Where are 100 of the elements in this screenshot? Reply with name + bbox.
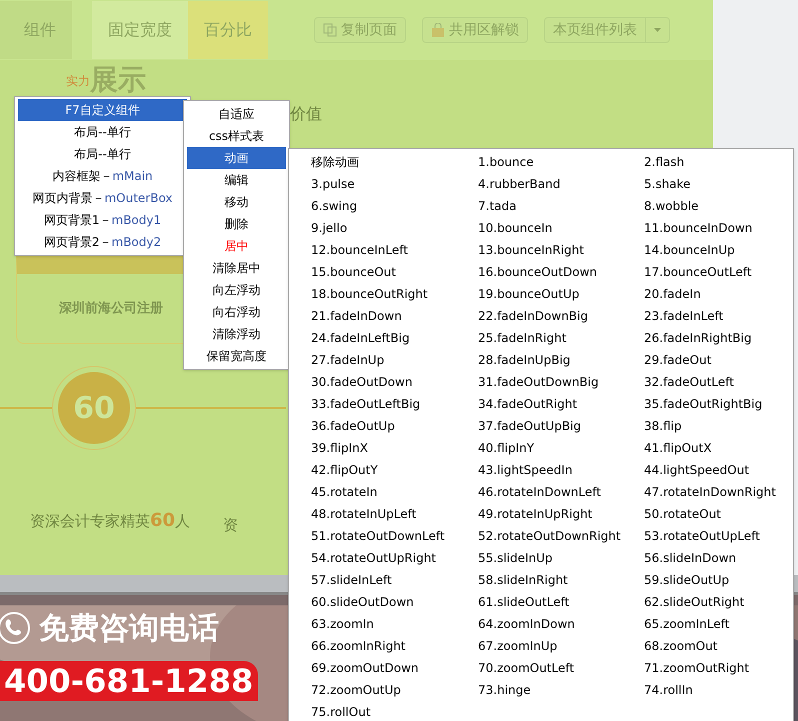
animation-item[interactable]: 41.flipOutX <box>644 437 794 459</box>
animation-item[interactable]: 36.fadeOutUp <box>311 415 478 437</box>
animation-item[interactable]: 74.rollIn <box>644 679 794 701</box>
menu-item[interactable]: F7自定义组件 <box>18 99 187 121</box>
animation-item[interactable]: 31.fadeOutDownBig <box>478 371 644 393</box>
animation-item[interactable]: 63.zoomIn <box>311 613 478 635</box>
menu-item[interactable]: 编辑 <box>187 169 286 191</box>
animation-item[interactable]: 48.rotateInUpLeft <box>311 503 478 525</box>
lock-icon <box>431 23 445 37</box>
animation-item[interactable]: 10.bounceIn <box>478 217 644 239</box>
animation-item[interactable]: 47.rotateInDownRight <box>644 481 794 503</box>
animation-item[interactable]: 26.fadeInRightBig <box>644 327 794 349</box>
animation-item[interactable]: 27.fadeInUp <box>311 349 478 371</box>
animation-item[interactable]: 51.rotateOutDownLeft <box>311 525 478 547</box>
animation-item[interactable]: 59.slideOutUp <box>644 569 794 591</box>
animation-item[interactable]: 53.rotateOutUpLeft <box>644 525 794 547</box>
animation-item[interactable]: 11.bounceInDown <box>644 217 794 239</box>
animation-item[interactable]: 56.slideInDown <box>644 547 794 569</box>
animation-item[interactable]: 33.fadeOutLeftBig <box>311 393 478 415</box>
animation-item[interactable]: 23.fadeInLeft <box>644 305 794 327</box>
animation-item[interactable]: 24.fadeInLeftBig <box>311 327 478 349</box>
animation-item[interactable]: 30.fadeOutDown <box>311 371 478 393</box>
animation-item[interactable]: 2.flash <box>644 151 794 173</box>
animation-item[interactable]: 5.shake <box>644 173 794 195</box>
animation-item[interactable]: 69.zoomOutDown <box>311 657 478 679</box>
menu-item[interactable]: 布局--单行 <box>18 121 187 143</box>
animation-item[interactable]: 60.slideOutDown <box>311 591 478 613</box>
menu-item[interactable]: css样式表 <box>187 125 286 147</box>
animation-item[interactable]: 32.fadeOutLeft <box>644 371 794 393</box>
animation-item[interactable]: 37.fadeOutUpBig <box>478 415 644 437</box>
menu-item[interactable]: 删除 <box>187 213 286 235</box>
animation-item[interactable]: 25.fadeInRight <box>478 327 644 349</box>
animation-item[interactable]: 16.bounceOutDown <box>478 261 644 283</box>
animation-item[interactable]: 54.rotateOutUpRight <box>311 547 478 569</box>
animation-item[interactable]: 64.zoomInDown <box>478 613 644 635</box>
animation-item[interactable]: 18.bounceOutRight <box>311 283 478 305</box>
animation-item[interactable]: 4.rubberBand <box>478 173 644 195</box>
animation-item[interactable]: 75.rollOut <box>311 701 478 721</box>
animation-item[interactable]: 8.wobble <box>644 195 794 217</box>
animation-item[interactable]: 20.fadeIn <box>644 283 794 305</box>
animation-item[interactable]: 15.bounceOut <box>311 261 478 283</box>
menu-item[interactable]: 向右浮动 <box>187 301 286 323</box>
animation-item[interactable]: 12.bounceInLeft <box>311 239 478 261</box>
animation-item[interactable]: 13.bounceInRight <box>478 239 644 261</box>
menu-item[interactable]: 清除浮动 <box>187 323 286 345</box>
animation-item[interactable]: 28.fadeInUpBig <box>478 349 644 371</box>
animation-item[interactable]: 35.fadeOutRightBig <box>644 393 794 415</box>
animation-item[interactable]: 66.zoomInRight <box>311 635 478 657</box>
animation-item[interactable]: 58.slideInRight <box>478 569 644 591</box>
animation-item[interactable]: 67.zoomInUp <box>478 635 644 657</box>
menu-item[interactable]: 内容框架－mMain <box>18 165 187 187</box>
animation-item[interactable]: 61.slideOutLeft <box>478 591 644 613</box>
animation-item[interactable]: 40.flipInY <box>478 437 644 459</box>
animation-item[interactable]: 3.pulse <box>311 173 478 195</box>
animation-item[interactable]: 1.bounce <box>478 151 644 173</box>
animation-item[interactable]: 46.rotateInDownLeft <box>478 481 644 503</box>
caption-text: 资 <box>223 515 238 536</box>
animation-item[interactable]: 移除动画 <box>311 151 478 173</box>
menu-item[interactable]: 向左浮动 <box>187 279 286 301</box>
animation-item[interactable]: 44.lightSpeedOut <box>644 459 794 481</box>
animation-item[interactable]: 68.zoomOut <box>644 635 794 657</box>
menu-item[interactable]: 移动 <box>187 191 286 213</box>
counter-caption: 资深会计专家精英60人 <box>30 508 190 533</box>
animation-item[interactable]: 50.rotateOut <box>644 503 794 525</box>
animation-item[interactable]: 71.zoomOutRight <box>644 657 794 679</box>
menu-item[interactable]: 清除居中 <box>187 257 286 279</box>
animation-item[interactable]: 22.fadeInDownBig <box>478 305 644 327</box>
animation-item[interactable]: 34.fadeOutRight <box>478 393 644 415</box>
animation-item[interactable]: 73.hinge <box>478 679 644 701</box>
menu-item[interactable]: 网页背景2－mBody2 <box>18 231 187 253</box>
animation-item[interactable]: 29.fadeOut <box>644 349 794 371</box>
animation-item[interactable]: 55.slideInUp <box>478 547 644 569</box>
subtitle: 价值 <box>290 103 322 125</box>
menu-item[interactable]: 动画 <box>187 147 286 169</box>
menu-item[interactable]: 居中 <box>187 235 286 257</box>
animation-item[interactable]: 57.slideInLeft <box>311 569 478 591</box>
menu-item[interactable]: 网页背景1－mBody1 <box>18 209 187 231</box>
animation-item[interactable]: 65.zoomInLeft <box>644 613 794 635</box>
animation-item[interactable]: 39.flipInX <box>311 437 478 459</box>
animation-item[interactable]: 70.zoomOutLeft <box>478 657 644 679</box>
animation-item[interactable]: 21.fadeInDown <box>311 305 478 327</box>
animation-item[interactable]: 19.bounceOutUp <box>478 283 644 305</box>
animation-item[interactable]: 17.bounceOutLeft <box>644 261 794 283</box>
phone-icon <box>0 611 31 645</box>
animation-item[interactable]: 45.rotateIn <box>311 481 478 503</box>
animation-item[interactable]: 7.tada <box>478 195 644 217</box>
menu-item[interactable]: 网页内背景－mOuterBox <box>18 187 187 209</box>
animation-item[interactable]: 38.flip <box>644 415 794 437</box>
animation-item[interactable]: 62.slideOutRight <box>644 591 794 613</box>
menu-item[interactable]: 保留宽高度 <box>187 345 286 367</box>
menu-item[interactable]: 自适应 <box>187 103 286 125</box>
animation-item[interactable]: 6.swing <box>311 195 478 217</box>
animation-item[interactable]: 43.lightSpeedIn <box>478 459 644 481</box>
animation-item[interactable]: 14.bounceInUp <box>644 239 794 261</box>
animation-item[interactable]: 9.jello <box>311 217 478 239</box>
animation-item[interactable]: 49.rotateInUpRight <box>478 503 644 525</box>
animation-item[interactable]: 52.rotateOutDownRight <box>478 525 644 547</box>
animation-item[interactable]: 42.flipOutY <box>311 459 478 481</box>
menu-item[interactable]: 布局--单行 <box>18 143 187 165</box>
animation-item[interactable]: 72.zoomOutUp <box>311 679 478 701</box>
